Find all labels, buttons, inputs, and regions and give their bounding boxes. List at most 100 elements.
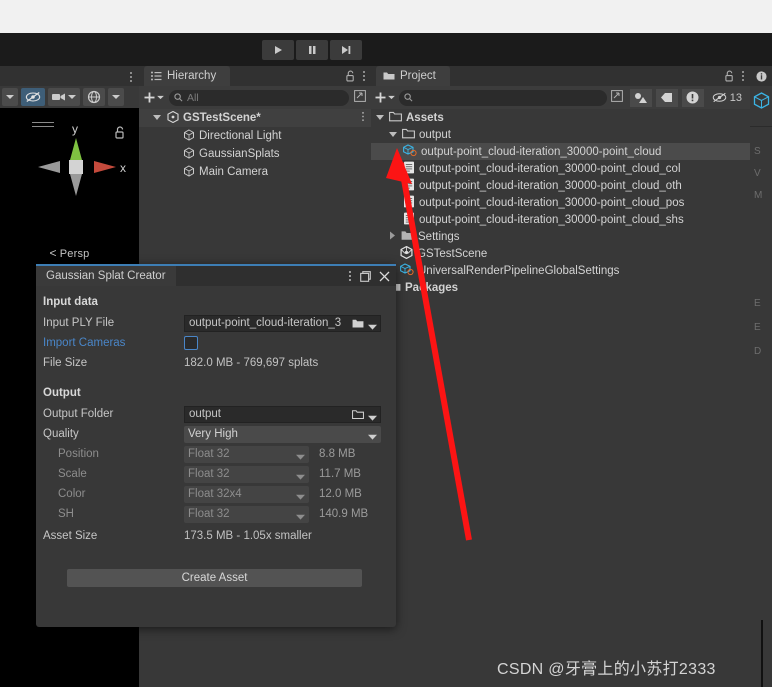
scale-format-dropdown[interactable]: Float 32 [184,465,309,483]
dialog-menu-icon[interactable] [348,269,352,287]
projection-prefix: < [49,246,57,260]
project-hidden-count-label: 13 [729,91,742,104]
create-asset-button[interactable]: Create Asset [67,569,362,587]
project-item-label: Packages [405,281,459,294]
project-row-gstestscene[interactable]: GSTestScene [371,245,750,262]
page-right-edge-bar [761,620,763,687]
folder-icon[interactable] [352,318,364,331]
dialog-body: Input data Input PLY File output-point_c… [36,286,396,627]
chevron-down-icon[interactable] [368,412,377,422]
project-row-point-cloud-asset[interactable]: output-point_cloud-iteration_30000-point… [371,143,750,160]
hierarchy-add-button[interactable] [144,92,164,103]
sh-format-dropdown[interactable]: Float 32 [184,505,309,523]
project-row-point-cloud-shs[interactable]: output-point_cloud-iteration_30000-point… [371,211,750,228]
collapse-arrow-icon[interactable] [389,231,396,243]
play-button[interactable] [262,40,294,60]
import-cameras-checkbox[interactable] [184,336,198,350]
chevron-down-icon[interactable] [368,321,377,331]
scene-gizmos-toggle-icon[interactable] [83,88,105,106]
chevron-down-icon[interactable] [368,431,377,443]
dialog-close-icon[interactable] [379,269,390,287]
project-tabbar: Project [371,66,750,86]
project-console-error-icon[interactable] [681,88,704,107]
quality-dropdown[interactable]: Very High [184,425,381,443]
tab-hierarchy[interactable]: Hierarchy [144,66,230,86]
gameobject-icon [183,146,195,162]
project-filter-label-icon[interactable] [655,88,678,107]
project-row-settings[interactable]: Settings [371,228,750,245]
text-asset-icon [403,178,415,194]
position-format-dropdown[interactable]: Float 32 [184,445,309,463]
value-asset-size: 173.5 MB - 1.05x smaller [184,530,312,542]
hierarchy-search-input[interactable]: All [169,89,349,106]
scene-gizmos-dropdown[interactable] [108,88,124,106]
chevron-down-icon[interactable] [296,511,305,523]
playmode-controls [262,40,362,60]
inspector-tab-stub[interactable] [750,66,772,86]
scene-layers-dropdown[interactable] [2,88,18,106]
scene-orientation-gizmo[interactable]: y x [26,118,126,228]
gameobject-icon [183,164,195,180]
project-search-input[interactable] [399,89,607,106]
scene-camera-dropdown[interactable] [48,88,80,106]
hierarchy-row-directional-light[interactable]: Directional Light [139,127,371,145]
chevron-down-icon[interactable] [296,471,305,483]
text-asset-icon [403,212,415,228]
expand-arrow-icon[interactable] [153,112,162,124]
scene-toolbar [0,86,139,108]
input-ply-object-field[interactable]: output-point_cloud-iteration_3 [184,314,381,332]
hierarchy-item-label: Main Camera [199,166,269,178]
project-menu-icon[interactable] [741,69,745,87]
project-panel: Project 13 Assets output output-point_cl… [371,66,750,687]
project-row-output-folder[interactable]: output [371,126,750,143]
project-tree[interactable]: Assets output output-point_cloud-iterati… [371,109,750,687]
project-filter-type-icon[interactable] [629,88,652,107]
tab-gaussian-splat-creator[interactable]: Gaussian Splat Creator [36,266,176,286]
folder-icon[interactable] [352,409,364,422]
hierarchy-menu-icon[interactable] [362,69,366,87]
project-row-packages[interactable]: Packages [371,279,750,296]
project-row-assets[interactable]: Assets [371,109,750,126]
step-button[interactable] [330,40,362,60]
hierarchy-search-expand-icon[interactable] [354,89,366,107]
project-add-button[interactable] [375,92,395,103]
project-lock-icon[interactable] [725,69,734,87]
expand-arrow-icon[interactable] [389,129,398,141]
project-search-expand-icon[interactable] [610,89,623,107]
project-row-point-cloud-pos[interactable]: output-point_cloud-iteration_30000-point… [371,194,750,211]
hierarchy-tabbar-actions [346,69,366,87]
hierarchy-row-gaussiansplats[interactable]: GaussianSplats [139,145,371,163]
position-size-value: 8.8 MB [319,448,356,460]
tab-project[interactable]: Project [376,66,450,86]
pause-button[interactable] [296,40,328,60]
project-row-point-cloud-col[interactable]: output-point_cloud-iteration_30000-point… [371,160,750,177]
chevron-down-icon[interactable] [296,491,305,503]
hierarchy-row-main-camera[interactable]: Main Camera [139,163,371,181]
scene-visibility-toggle-icon[interactable] [21,88,45,106]
color-format-dropdown[interactable]: Float 32x4 [184,485,309,503]
project-row-point-cloud-oth[interactable]: output-point_cloud-iteration_30000-point… [371,177,750,194]
project-toolbar: 13 [371,86,750,109]
output-folder-field[interactable]: output [184,405,381,423]
chevron-down-icon[interactable] [296,451,305,463]
hierarchy-item-label: GaussianSplats [199,148,280,160]
unity-scene-icon [400,245,413,262]
hierarchy-scene-menu-icon[interactable] [361,111,365,125]
label-import-cameras[interactable]: Import Cameras [36,337,184,349]
project-row-urp-global-settings[interactable]: UniversalRenderPipelineGlobalSettings [371,262,750,279]
project-hidden-count[interactable]: 13 [708,92,746,104]
folder-icon [389,111,402,125]
gaussian-splat-asset-icon [403,143,417,160]
field-row-sh: SH Float 32 140.9 MB [36,504,396,524]
dialog-title: Gaussian Splat Creator [46,270,166,282]
hierarchy-lock-icon[interactable] [346,69,355,87]
folder-icon [402,128,415,142]
expand-arrow-icon[interactable] [376,112,385,124]
label-file-size: File Size [43,357,88,369]
field-row-position: Position Float 32 8.8 MB [36,444,396,464]
scale-size-value: 11.7 MB [319,468,361,480]
scene-projection-label[interactable]: < Persp [0,246,139,260]
dialog-maximize-icon[interactable] [360,269,371,287]
hierarchy-row-scene[interactable]: GSTestScene* [139,109,371,127]
gaussian-splat-creator-window[interactable]: Gaussian Splat Creator Input data Input … [36,264,396,627]
